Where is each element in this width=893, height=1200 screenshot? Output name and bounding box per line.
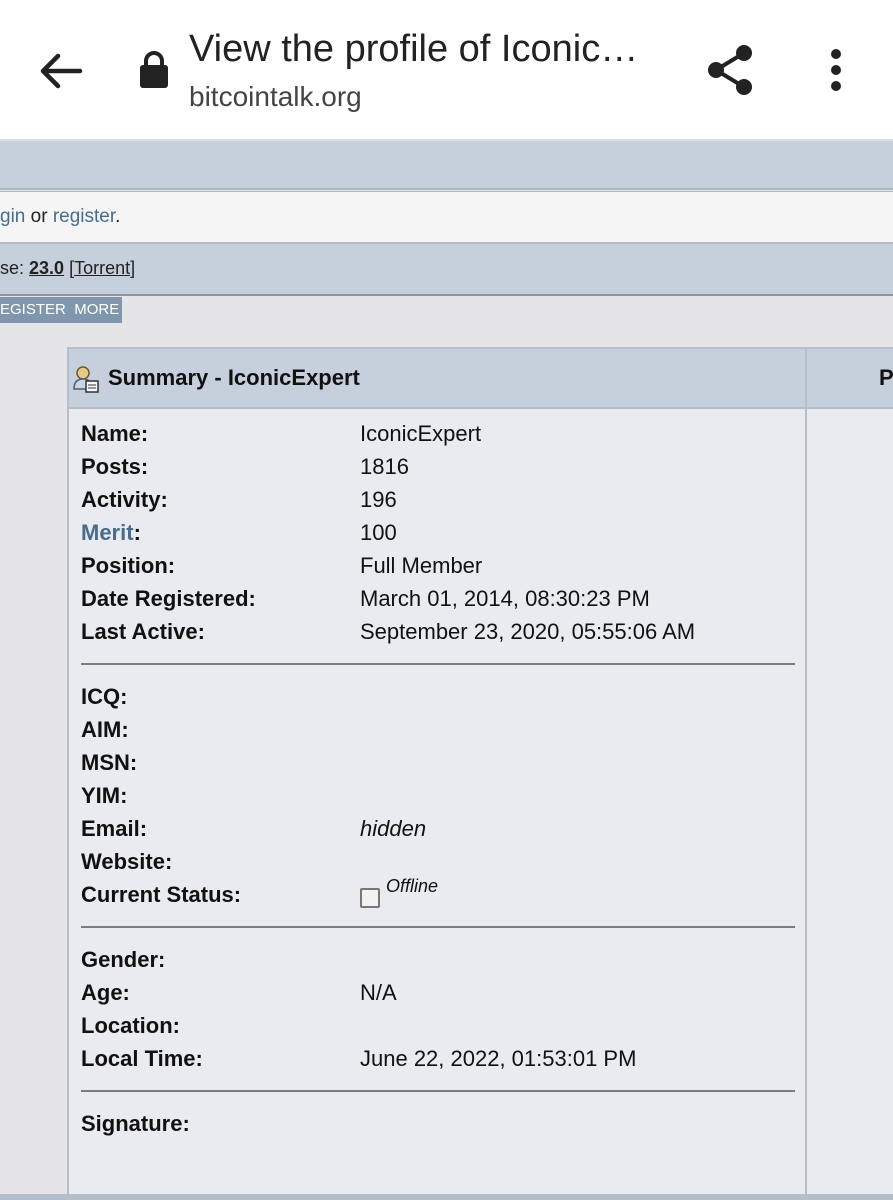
row-value: N/A [360, 980, 397, 1005]
row-label: Signature: [81, 1111, 190, 1136]
merit-colon: : [133, 520, 141, 545]
row-label: Website: [81, 849, 173, 874]
section-divider [81, 1090, 795, 1092]
back-arrow-icon[interactable] [36, 48, 84, 94]
status-offline-icon [360, 888, 380, 908]
release-prefix: se: [0, 258, 30, 278]
profile-row-current-status: Current Status: Offline [81, 876, 781, 912]
profile-row-age: Age: N/A [81, 980, 781, 1010]
row-value: 196 [360, 487, 397, 512]
row-label: Name: [81, 421, 149, 446]
status-text: Offline [386, 876, 439, 896]
row-value: 1816 [360, 454, 409, 479]
profile-row-aim: AIM: [81, 717, 781, 747]
profile-row-signature: Signature: [81, 1111, 781, 1141]
browser-toolbar: View the profile of Iconic… bitcointalk.… [0, 0, 893, 141]
profile-summary-icon [73, 366, 99, 393]
login-link[interactable]: gin [0, 206, 25, 227]
profile-row-name: Name: IconicExpert [81, 421, 781, 451]
torrent-link[interactable]: Torrent [74, 258, 130, 278]
row-label: Location: [81, 1013, 180, 1038]
row-label: Local Time: [81, 1046, 203, 1071]
profile-row-position: Position: Full Member [81, 553, 781, 583]
row-label: ICQ: [81, 684, 128, 709]
bracket-open: [ [64, 258, 75, 278]
profile-row-website: Website: [81, 849, 781, 879]
page-title[interactable]: View the profile of Iconic… [189, 28, 638, 71]
row-label: Current Status: [81, 882, 242, 907]
row-value: 100 [360, 520, 397, 545]
row-label: Position: [81, 553, 176, 578]
profile-row-location: Location: [81, 1013, 781, 1043]
login-or-text: or [25, 206, 53, 227]
profile-row-email: Email: hidden [81, 816, 781, 846]
profile-summary-header: Summary - IconicExpert [69, 349, 805, 409]
right-header-text: P [879, 365, 893, 390]
profile-row-merit: Merit: 100 [81, 520, 781, 550]
profile-table: Summary - IconicExpert P Name: IconicExp… [67, 347, 893, 1200]
profile-row-msn: MSN: [81, 750, 781, 780]
merit-link[interactable]: Merit [81, 520, 134, 545]
release-version-link[interactable]: 23.0 [29, 258, 64, 278]
row-label: MSN: [81, 750, 138, 775]
lock-icon[interactable] [138, 50, 170, 90]
row-value: March 01, 2014, 08:30:23 PM [360, 586, 650, 611]
forum-header-bar [0, 141, 893, 190]
table-bottom-border [0, 1194, 893, 1200]
section-divider [81, 663, 795, 665]
row-label: YIM: [81, 783, 128, 808]
page-url[interactable]: bitcointalk.org [189, 81, 362, 113]
row-label: Date Registered: [81, 586, 256, 611]
row-label: Activity: [81, 487, 168, 512]
section-divider [81, 926, 795, 928]
login-bar: gin or register. [0, 191, 893, 244]
main-menu: EGISTER MORE [0, 297, 122, 323]
profile-row-gender: Gender: [81, 947, 781, 977]
row-label: Merit: [81, 520, 141, 546]
profile-row-icq: ICQ: [81, 684, 781, 714]
row-label: Age: [81, 980, 130, 1005]
profile-right-header: P [805, 349, 893, 409]
bracket-close: ] [130, 258, 136, 278]
row-value: IconicExpert [360, 421, 482, 446]
row-label: Posts: [81, 454, 149, 479]
profile-row-activity: Activity: 196 [81, 487, 781, 517]
share-icon[interactable] [704, 43, 756, 97]
menu-item-register[interactable]: EGISTER [0, 301, 66, 318]
profile-row-yim: YIM: [81, 783, 781, 813]
profile-row-local-time: Local Time: June 22, 2022, 01:53:01 PM [81, 1046, 781, 1076]
row-value: September 23, 2020, 05:55:06 AM [360, 619, 696, 644]
row-label: Gender: [81, 947, 166, 972]
row-value: June 22, 2022, 01:53:01 PM [360, 1046, 637, 1071]
menu-item-more[interactable]: MORE [74, 301, 119, 318]
row-value: hidden [360, 816, 427, 841]
login-suffix: . [115, 206, 121, 227]
more-vert-icon[interactable] [822, 48, 850, 92]
profile-row-date-registered: Date Registered: March 01, 2014, 08:30:2… [81, 586, 781, 616]
row-label: AIM: [81, 717, 129, 742]
profile-row-posts: Posts: 1816 [81, 454, 781, 484]
register-link[interactable]: register [53, 206, 115, 227]
row-value: Full Member [360, 553, 483, 578]
row-label: Last Active: [81, 619, 205, 644]
release-bar: se: 23.0 [Torrent] [0, 244, 893, 296]
profile-summary-title: Summary - IconicExpert [108, 365, 360, 390]
row-label: Email: [81, 816, 148, 841]
profile-row-last-active: Last Active: September 23, 2020, 05:55:0… [81, 619, 781, 649]
profile-right-column [805, 409, 893, 1199]
